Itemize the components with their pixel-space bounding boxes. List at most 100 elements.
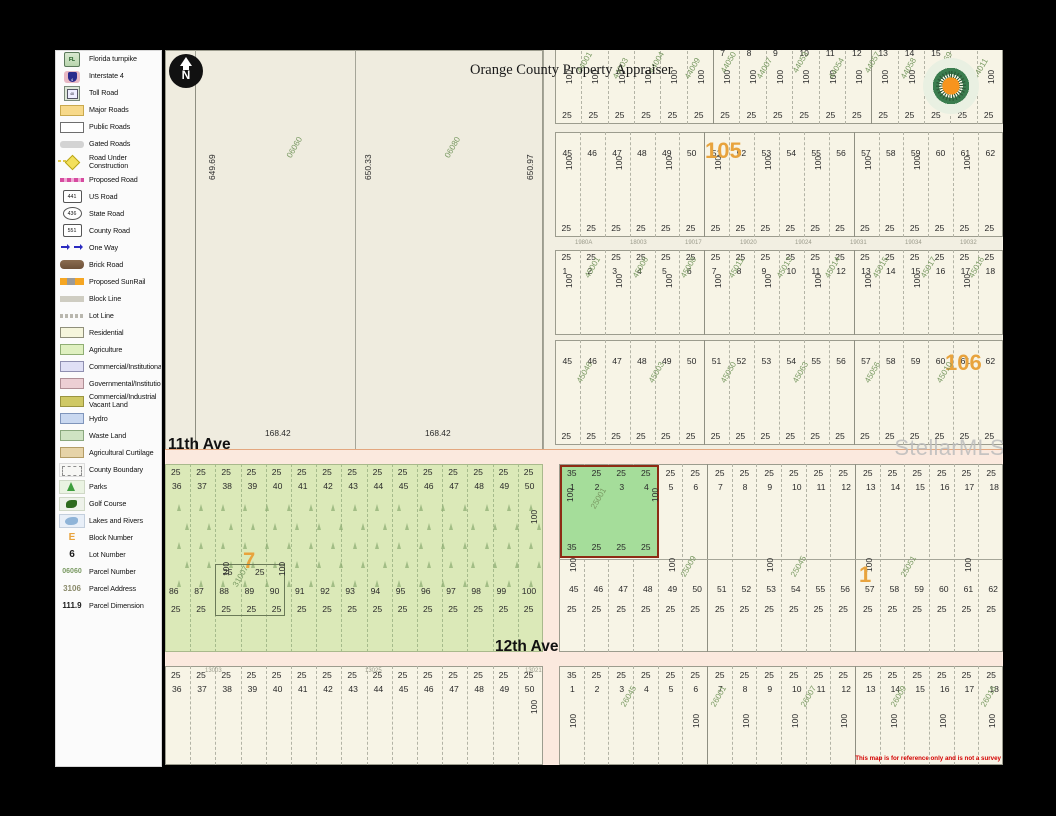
legend-item-label: Parcel Dimension [89, 600, 144, 610]
tree-symbol-1-9 [383, 523, 387, 530]
legend-item-label: Residential [89, 327, 124, 337]
block-106-row-bottom-bot-dim-1: 25 [586, 431, 596, 441]
br-lot-11: 12 [841, 684, 851, 694]
tree-symbol-2-13 [463, 542, 467, 549]
br-side-100-17: 100 [987, 714, 998, 728]
block-105-row-bottom-bot-dim-12: 25 [860, 223, 870, 233]
mid-bot-dim-15: 25 [937, 604, 947, 614]
br-side-100-7: 100 [740, 714, 751, 728]
block-106-row-top-top-dim-8: 25 [760, 252, 771, 262]
mid-lot-bottom-10: 55 [815, 584, 826, 594]
street-edge-11th-top [165, 449, 1003, 450]
major-road-swatch [59, 105, 85, 117]
block-105-row-bottom-lot-11: 56 [836, 148, 846, 158]
block-105-row-bottom-lot-5: 50 [686, 148, 697, 158]
block-105-row-bottom-bot-dim-3: 25 [636, 223, 646, 233]
block-105-row-bottom-divider-11 [828, 132, 830, 237]
parcel-number-icon: 06060 [62, 568, 82, 576]
public-road-swatch [59, 122, 85, 134]
block-106-row-top-side-100-6: 100 [713, 274, 724, 288]
bl-lot-5: 41 [298, 684, 308, 694]
mid-bot-dim-1: 25 [591, 604, 602, 614]
mid-lot-bottom-6: 51 [717, 584, 727, 594]
selected-bot-dim-1: 25 [591, 542, 602, 552]
bl-lot-3: 39 [247, 684, 258, 694]
tree-symbol-4-12 [441, 580, 445, 587]
br-divider-1 [583, 666, 585, 765]
block-106-row-bottom-lot-17: 62 [985, 356, 996, 366]
lot-number-icon: 6 [69, 549, 75, 561]
mid-bot-dim-9: 25 [789, 604, 799, 614]
mid-lot-bottom-2: 47 [618, 584, 628, 594]
agri-top-dim-7: 25 [347, 467, 357, 477]
mid-bot-dim-10: 25 [813, 604, 824, 614]
block-105-row-bottom-lot-9: 54 [786, 148, 796, 158]
lakes-rivers-icon [59, 513, 85, 528]
tree-symbol-0-7 [331, 504, 335, 511]
block-105-row-bottom-divider-8 [754, 132, 756, 237]
block-106-row-bottom-divider-6 [704, 340, 706, 445]
tree-symbol-3-13 [471, 561, 475, 568]
br-lot-14: 15 [915, 684, 925, 694]
tree-symbol-3-9 [383, 561, 387, 568]
tree-symbol-0-13 [463, 504, 467, 511]
br-top-dim-9: 25 [789, 670, 799, 680]
agri-lot-bottom-8: 94 [370, 586, 381, 596]
block-105-row-bottom-bot-dim-16: 25 [959, 223, 970, 233]
bl-divider-14 [517, 666, 519, 765]
screenshot-root: FL Florida turnpike 4 Interstate 4 48 Toll Ro… [0, 0, 1056, 816]
agri-divider-9 [391, 464, 393, 652]
bl-divider-7 [341, 666, 343, 765]
street-label-12th-ave[interactable]: 12th Ave [495, 638, 558, 656]
block-number-105: 105 [705, 138, 742, 163]
mid-top-dim-7: 25 [739, 468, 750, 478]
selected-top-dim-0: 35 [567, 468, 577, 478]
agri-divider-6 [316, 464, 318, 652]
bl-top-dim-7: 25 [347, 670, 357, 680]
agri-lot-top-2: 38 [222, 481, 232, 491]
bl-top-dim-6: 25 [322, 670, 332, 680]
block-106-row-top-divider-4 [654, 250, 656, 335]
mid-divider-13 [879, 464, 881, 652]
br-side-100-13: 100 [888, 714, 899, 728]
street-label-11th-ave[interactable]: 11th Ave [168, 436, 231, 454]
block-106-row-top-top-dim-17: 25 [984, 252, 995, 262]
map-legend-panel: FL Florida turnpike 4 Interstate 4 48 Toll Ro… [55, 50, 162, 767]
block-105-row-top-bot-dim-5: 25 [693, 110, 704, 120]
br-lot-2: 3 [619, 684, 625, 694]
agri-lot-top-7: 43 [348, 481, 358, 491]
orange-county-seal-icon [923, 58, 979, 114]
br-lot-8: 9 [767, 684, 773, 694]
tree-symbol-4-9 [375, 580, 379, 587]
block-105-row-bottom-side-100-16: 100 [962, 156, 973, 170]
legend-item-label: County Boundary [89, 464, 144, 474]
br-divider-14 [904, 666, 906, 765]
tree-symbol-1-0 [185, 523, 189, 530]
mid-lot-top-8: 9 [767, 482, 773, 492]
block-106-row-bottom-bot-dim-7: 25 [735, 431, 746, 441]
agri-lot-bottom-0: 86 [169, 586, 179, 596]
parcel-map-canvas[interactable]: 649.69 650.33 650.97 06060 06080 168.42 168.42… [165, 50, 1003, 765]
agri-lot-top-5: 41 [298, 481, 308, 491]
mid-lot-top-12: 13 [866, 482, 876, 492]
block-105-row-bottom-bot-dim-17: 25 [984, 223, 995, 233]
legend-item-label: Public Roads [89, 122, 131, 132]
legend-item-label: Agricultural Curtilage [89, 447, 154, 457]
legend-item-26: Golf Course [56, 495, 161, 512]
mid-lot-top-13: 14 [890, 482, 901, 492]
block-106-row-top-lot-15: 16 [935, 266, 946, 276]
legend-item-label: One Way [89, 242, 118, 252]
us-road-shield-icon: 441 [59, 190, 85, 204]
bl-side-100: 100 [529, 700, 539, 714]
block-106-row-top-side-100-2: 100 [613, 274, 624, 288]
brick-road-icon [59, 259, 85, 271]
br-top-dim-3: 25 [641, 670, 651, 680]
block-105-row-bottom-divider-1 [579, 132, 581, 237]
br-top-dim-11: 25 [838, 670, 848, 680]
block-105-row-top-bot-dim-16: 25 [983, 110, 994, 120]
block-105-row-bottom-side-100-8: 100 [763, 156, 774, 170]
bl-lot-10: 46 [424, 684, 434, 694]
block-106-row-bottom-divider-4 [654, 340, 656, 445]
block-105-row-top-bot-dim-10: 25 [825, 110, 836, 120]
selected-bot-dim-3: 25 [641, 542, 651, 552]
